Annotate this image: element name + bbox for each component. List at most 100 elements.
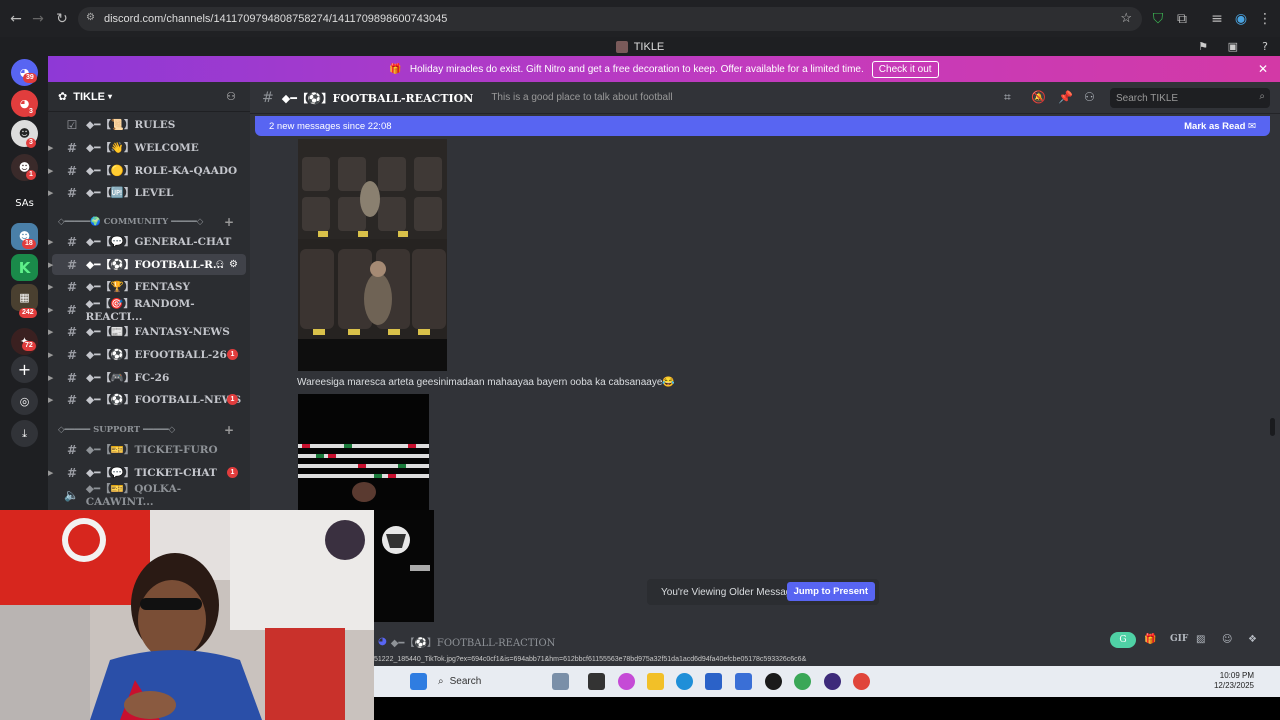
- hash-icon: #: [66, 347, 78, 362]
- copilot-icon[interactable]: [618, 673, 635, 690]
- hash-icon: #: [66, 163, 78, 178]
- server-badge: 72: [22, 341, 36, 351]
- system-clock[interactable]: 10:09 PM 12/23/2025: [1214, 671, 1254, 691]
- lower-chat-area: You're Viewing Older Messages Jump to Pr…: [374, 510, 1280, 666]
- channel-title: ◆━【⚽】FOOTBALL-REACTION: [281, 91, 474, 105]
- add-channel-icon[interactable]: +: [224, 215, 234, 229]
- reload-icon[interactable]: ↻: [50, 7, 74, 31]
- search-input[interactable]: Search TIKLE ⌕: [1110, 88, 1270, 108]
- address-bar[interactable]: ⚙ discord.com/channels/14117097948087582…: [78, 7, 1142, 31]
- gift-icon[interactable]: 🎁: [1144, 634, 1156, 645]
- guild-header[interactable]: ✿ TIKLE ▾ ⚇: [48, 82, 250, 112]
- jump-to-present-button[interactable]: Jump to Present: [786, 582, 875, 601]
- task-view-icon[interactable]: [552, 673, 569, 690]
- add-server-icon[interactable]: +: [11, 356, 38, 383]
- server-badge: 3: [26, 138, 36, 148]
- collapse-arrow-icon: ▶: [48, 260, 54, 269]
- emoji-icon[interactable]: ☺: [1222, 634, 1232, 645]
- channel-topic[interactable]: This is a good place to talk about footb…: [491, 92, 672, 103]
- tab-search-icon[interactable]: ≡: [1205, 7, 1229, 31]
- channel-rules[interactable]: ☑ ◆━【📜】RULES: [52, 114, 246, 135]
- channel-fantasy-news[interactable]: ▶ # ◆━【📰】FANTASY-NEWS: [48, 321, 246, 342]
- message-list[interactable]: 2 new messages since 22:08 Mark as Read …: [250, 114, 1280, 510]
- forward-icon[interactable]: →: [26, 7, 50, 31]
- attachment-image-partial[interactable]: [374, 510, 434, 622]
- invite-icon[interactable]: ⚇: [226, 90, 236, 103]
- collapse-arrow-icon: ▶: [48, 373, 54, 382]
- back-icon[interactable]: ←: [4, 7, 28, 31]
- flag-icon[interactable]: ⚑: [1198, 40, 1208, 53]
- collapse-arrow-icon: ▶: [48, 166, 54, 175]
- banner-text: Holiday miracles do exist. Gift Nitro an…: [409, 63, 864, 75]
- notification-bell-icon[interactable]: 🔕: [1031, 90, 1046, 104]
- channel-ticket-chat[interactable]: ▶ # ◆━【💬】TICKET-CHAT 1: [48, 462, 246, 483]
- sticker-icon[interactable]: ▨: [1196, 634, 1205, 645]
- channel-emoji-icon: ◕: [378, 635, 387, 647]
- hash-icon: #: [66, 324, 78, 339]
- webcam-feed-image: [0, 510, 374, 720]
- menu-icon[interactable]: ⋮: [1253, 7, 1277, 31]
- composer-channel: ◆━【⚽】FOOTBALL-REACTION: [390, 637, 556, 649]
- help-icon[interactable]: ?: [1262, 40, 1268, 53]
- scrollbar-thumb[interactable]: [1270, 418, 1275, 436]
- mark-as-read-button[interactable]: Mark as Read ✉: [1184, 121, 1256, 132]
- close-icon[interactable]: ✕: [1258, 62, 1268, 76]
- chrome-icon[interactable]: [794, 673, 811, 690]
- threads-icon[interactable]: ⌗: [1004, 90, 1011, 105]
- unread-badge: 1: [227, 394, 238, 405]
- channel-level[interactable]: ▶ # ◆━【🆙】LEVEL: [48, 182, 246, 203]
- file-explorer-icon[interactable]: [647, 673, 664, 690]
- inbox-icon[interactable]: ▣: [1228, 40, 1238, 53]
- edge-icon[interactable]: [676, 673, 693, 690]
- extension-shield-icon[interactable]: ⛉: [1146, 7, 1170, 31]
- attachment-image[interactable]: [298, 394, 429, 510]
- channel-football-reaction[interactable]: ▶ # ◆━【⚽】FOOTBALL-R... ⚇ ⚙: [48, 254, 246, 275]
- apps-icon[interactable]: ❖: [1248, 634, 1257, 645]
- download-icon[interactable]: ⤓: [11, 420, 38, 447]
- server-6-label[interactable]: K: [11, 254, 38, 281]
- checkbox-icon: ☑: [66, 117, 78, 132]
- taskbar-search[interactable]: ⌕ Search: [438, 672, 534, 691]
- channel-ticket-furo[interactable]: # ◆━【🎫】TICKET-FURO: [52, 439, 246, 460]
- app-title: TIKLE: [633, 40, 665, 53]
- attachment-image[interactable]: [298, 139, 447, 371]
- gif-icon[interactable]: GIF: [1170, 634, 1188, 644]
- windows-start-icon[interactable]: [410, 673, 427, 690]
- channel-football-news[interactable]: ▶ # ◆━【⚽】FOOTBALL-NEWS 1: [48, 389, 246, 410]
- channel-general-chat[interactable]: ▶ # ◆━【💬】GENERAL-CHAT: [48, 231, 246, 252]
- gift-icon: 🎁: [389, 63, 402, 75]
- pin-icon[interactable]: 📌: [1058, 90, 1073, 104]
- bookmark-star-icon[interactable]: ☆: [1120, 10, 1132, 26]
- new-messages-bar[interactable]: 2 new messages since 22:08 Mark as Read …: [255, 116, 1270, 136]
- category-community[interactable]: ◇━━━━━🌍 COMMUNITY ━━━━━◇ +: [58, 214, 246, 230]
- member-list-icon[interactable]: ⚇: [1084, 90, 1095, 104]
- store-icon[interactable]: [705, 673, 722, 690]
- server-7-icon[interactable]: ▦: [11, 284, 38, 311]
- discover-icon[interactable]: ◎: [11, 388, 38, 415]
- chrome-profile-icon[interactable]: [853, 673, 870, 690]
- channel-fentasy[interactable]: ▶ # ◆━【🏆】FENTASY: [48, 276, 246, 297]
- channel-role-ka-qaado[interactable]: ▶ # ◆━【🟡】ROLE-KA-QAADO: [48, 160, 246, 181]
- gear-icon[interactable]: ⚙: [229, 259, 238, 270]
- check-it-out-button[interactable]: Check it out: [871, 60, 939, 78]
- collapse-arrow-icon: ▶: [48, 327, 54, 336]
- app-icon[interactable]: [765, 673, 782, 690]
- terminal-icon[interactable]: [588, 673, 605, 690]
- obs-icon[interactable]: [824, 673, 841, 690]
- channel-fc-26[interactable]: ▶ # ◆━【🎮】FC-26: [48, 367, 246, 388]
- channel-welcome[interactable]: ▶ # ◆━【👋】WELCOME: [48, 137, 246, 158]
- category-support[interactable]: ◇━━━━━ SUPPORT ━━━━━◇ +: [58, 422, 246, 438]
- composer[interactable]: ◕ ◆━【⚽】FOOTBALL-REACTION G 🎁 GIF ▨ ☺ ❖: [374, 630, 1280, 652]
- server-4-label[interactable]: SAs: [11, 190, 38, 217]
- add-channel-icon[interactable]: +: [224, 423, 234, 437]
- site-info-icon[interactable]: ⚙: [86, 12, 95, 23]
- extensions-icon[interactable]: ⧉: [1170, 7, 1194, 31]
- channel-random-reaction[interactable]: ▶ # ◆━【🎯】RANDOM-REACTI...: [48, 298, 246, 323]
- channel-qolka-caawinta[interactable]: 🔈 ◆━【🎫】QOLKA-CAAWINT...: [52, 483, 246, 508]
- profile-icon[interactable]: ◉: [1229, 7, 1253, 31]
- outlook-icon[interactable]: [735, 673, 752, 690]
- grammarly-icon[interactable]: G: [1110, 632, 1136, 648]
- collapse-arrow-icon: ▶: [48, 282, 54, 291]
- create-invite-icon[interactable]: ⚇: [216, 260, 224, 270]
- channel-efootball-26[interactable]: ▶ # ◆━【⚽】EFOOTBALL-26 1: [48, 344, 246, 365]
